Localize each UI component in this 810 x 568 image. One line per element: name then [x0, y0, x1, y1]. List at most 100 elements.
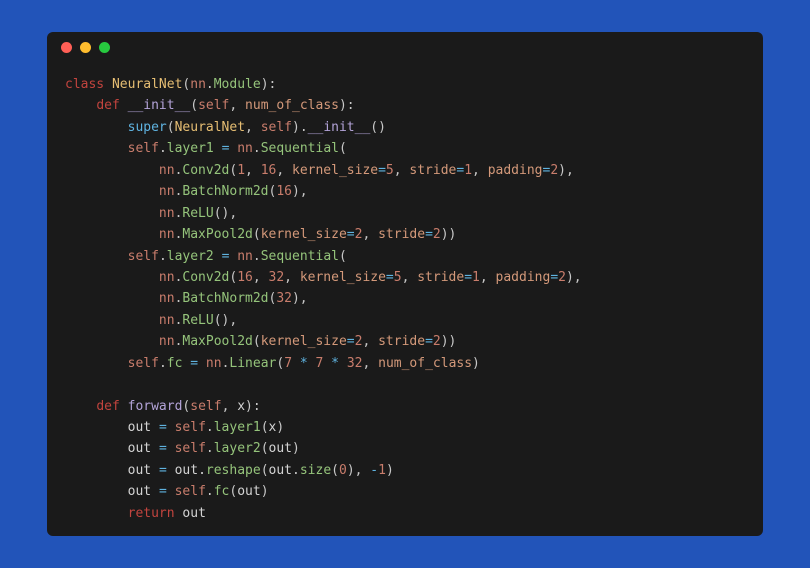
code-token: 16	[261, 163, 277, 178]
window-titlebar	[47, 32, 763, 62]
code-token: num_of_class	[378, 356, 472, 371]
code-token: Conv2d	[182, 270, 229, 285]
code-token: ))	[441, 227, 457, 242]
code-token: kernel_size	[292, 163, 378, 178]
code-token: )	[292, 441, 300, 456]
code-token: (	[339, 141, 347, 156]
code-token: ,	[362, 227, 378, 242]
code-line: nn.MaxPool2d(kernel_size=2, stride=2))	[65, 331, 745, 352]
code-token: =	[386, 270, 394, 285]
code-token: def	[96, 98, 127, 113]
code-token: =	[347, 227, 355, 242]
code-token: NeuralNet	[175, 120, 245, 135]
code-token	[292, 356, 300, 371]
code-token: out	[269, 463, 292, 478]
code-token: Linear	[229, 356, 276, 371]
code-token: kernel_size	[261, 334, 347, 349]
code-line: nn.Conv2d(16, 32, kernel_size=5, stride=…	[65, 267, 745, 288]
code-token: 32	[276, 291, 292, 306]
code-token: BatchNorm2d	[182, 291, 268, 306]
code-token: )	[386, 463, 394, 478]
code-token: 2	[550, 163, 558, 178]
code-token: ))	[441, 334, 457, 349]
code-token: .	[253, 249, 261, 264]
code-token: ,	[284, 270, 300, 285]
code-token: return	[128, 506, 175, 521]
code-token	[167, 484, 175, 499]
code-token: self	[175, 420, 206, 435]
code-token: ,	[394, 163, 410, 178]
code-token: ),	[558, 163, 574, 178]
code-token: nn	[190, 77, 206, 92]
code-token: 1	[472, 270, 480, 285]
minimize-icon[interactable]	[80, 42, 91, 53]
code-token: ),	[292, 184, 308, 199]
code-token: Sequential	[261, 249, 339, 264]
code-token: out	[128, 441, 159, 456]
code-line: nn.BatchNorm2d(32),	[65, 288, 745, 309]
code-token: out	[128, 484, 159, 499]
code-token: ):	[339, 98, 355, 113]
code-token: layer1	[167, 141, 214, 156]
code-token: .	[206, 441, 214, 456]
code-token: )	[472, 356, 480, 371]
code-line: def forward(self, x):	[65, 396, 745, 417]
code-token: ()	[370, 120, 386, 135]
code-token: fc	[214, 484, 230, 499]
code-token: padding	[488, 163, 543, 178]
code-token: 1	[237, 163, 245, 178]
code-token: padding	[496, 270, 551, 285]
code-line: self.layer2 = nn.Sequential(	[65, 246, 745, 267]
code-window: class NeuralNet(nn.Module): def __init__…	[47, 32, 763, 536]
code-token: nn	[237, 249, 253, 264]
code-token: ,	[222, 399, 238, 414]
code-token: ,	[245, 163, 261, 178]
code-token: nn	[159, 270, 175, 285]
code-token: nn	[237, 141, 253, 156]
code-token: (	[276, 356, 284, 371]
code-token: ,	[276, 163, 292, 178]
code-token: ,	[229, 98, 245, 113]
code-token	[198, 356, 206, 371]
code-token: =	[425, 227, 433, 242]
code-token: 16	[237, 270, 253, 285]
code-token: =	[550, 270, 558, 285]
code-token: super	[128, 120, 167, 135]
code-token: out	[128, 420, 159, 435]
code-token: 2	[433, 334, 441, 349]
maximize-icon[interactable]	[99, 42, 110, 53]
code-token: fc	[167, 356, 183, 371]
code-token: __init__	[128, 98, 191, 113]
code-token: def	[96, 399, 127, 414]
code-token: kernel_size	[300, 270, 386, 285]
close-icon[interactable]	[61, 42, 72, 53]
code-line: nn.ReLU(),	[65, 203, 745, 224]
code-token: 16	[276, 184, 292, 199]
code-token: ,	[402, 270, 418, 285]
code-token: ,	[480, 270, 496, 285]
code-token: 7	[284, 356, 292, 371]
code-token: (	[190, 98, 198, 113]
code-token	[323, 356, 331, 371]
code-line: def __init__(self, num_of_class):	[65, 95, 745, 116]
code-token: stride	[417, 270, 464, 285]
code-token: ),	[347, 463, 370, 478]
code-token: ,	[472, 163, 488, 178]
code-token	[308, 356, 316, 371]
code-token: kernel_size	[261, 227, 347, 242]
code-line: out = self.layer1(x)	[65, 417, 745, 438]
code-token: Sequential	[261, 141, 339, 156]
code-token: (),	[214, 313, 237, 328]
code-token: 32	[269, 270, 285, 285]
code-token: out.	[167, 463, 206, 478]
code-token: )	[276, 420, 284, 435]
code-token: .	[159, 356, 167, 371]
code-token: =	[425, 334, 433, 349]
code-token: ):	[245, 399, 261, 414]
code-token: NeuralNet	[112, 77, 182, 92]
code-token: 5	[386, 163, 394, 178]
code-token: (	[339, 249, 347, 264]
code-token: ):	[261, 77, 277, 92]
code-token: nn	[159, 334, 175, 349]
code-token: nn	[159, 313, 175, 328]
